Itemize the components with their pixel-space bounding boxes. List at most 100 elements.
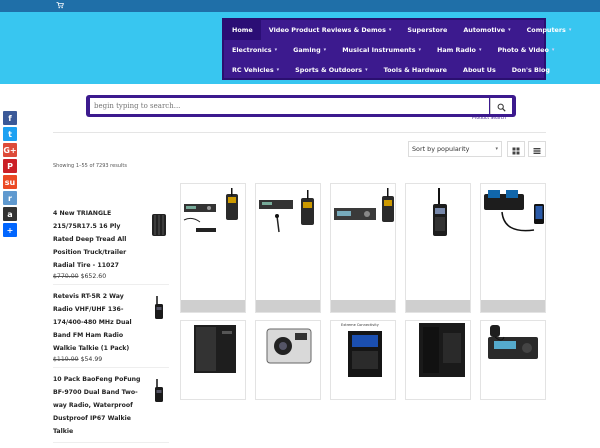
old-price: $770.00: [53, 273, 79, 280]
pc-case-black-image[interactable]: [407, 323, 471, 383]
chevron-down-icon: ▾: [276, 67, 280, 73]
menu-item-ham-radio[interactable]: Ham Radio ▾: [429, 40, 489, 60]
pinterest-icon[interactable]: P: [3, 159, 17, 173]
search-button[interactable]: [490, 98, 512, 114]
menu-item-label: Home: [232, 26, 253, 34]
list-item[interactable]: 10 Pack BaoFeng PoFung BF-9700 Dual Band…: [53, 373, 169, 443]
card-footer-bar: [256, 300, 320, 312]
menu-item-superstore[interactable]: Superstore: [399, 20, 455, 40]
list-item[interactable]: Retevis RT-5R 2 Way Radio VHF/UHF 136-17…: [53, 290, 169, 368]
menu-item-label: Musical Instruments: [342, 46, 416, 54]
chevron-down-icon: ▾: [274, 47, 278, 53]
facebook-icon[interactable]: f: [3, 111, 17, 125]
search-icon: [497, 97, 506, 116]
menu-item-electronics[interactable]: Electronics ▾: [224, 40, 285, 60]
list-icon: [533, 140, 541, 159]
reddit-icon[interactable]: r: [3, 191, 17, 205]
card-footer-bar: [181, 300, 245, 312]
stumbleupon-icon[interactable]: su: [3, 175, 17, 189]
product-card[interactable]: [255, 320, 321, 400]
card-footer-bar: [331, 300, 395, 312]
menu-item-label: Ham Radio: [437, 46, 476, 54]
cart-icon[interactable]: [56, 1, 64, 9]
menu-item-label: Computers: [526, 26, 566, 34]
chevron-down-icon: ▾: [568, 27, 572, 33]
sort-select-value: Sort by popularity: [412, 145, 470, 153]
content-divider: [53, 132, 546, 133]
main-navigation: Home Video Product Reviews & Demos ▾ Supers…: [222, 18, 571, 80]
chevron-down-icon: ▾: [418, 47, 422, 53]
mobile-ham-radio-image[interactable]: [482, 323, 546, 383]
product-card[interactable]: [330, 183, 396, 313]
menu-item-label: About Us: [463, 66, 496, 74]
menu-row-3: RC Vehicles ▾ Sports & Outdoors ▾ Tools & Ha…: [224, 60, 558, 80]
menu-item-label: Automotive: [463, 26, 506, 34]
sale-price: $54.99: [80, 356, 103, 363]
twitter-icon[interactable]: t: [3, 127, 17, 141]
gaming-pc-case-image[interactable]: [332, 323, 396, 383]
menu-item-rc-vehicles[interactable]: RC Vehicles ▾: [224, 60, 287, 80]
chevron-down-icon: ▾: [495, 146, 498, 152]
amazon-icon[interactable]: a: [3, 207, 17, 221]
wireless-receiver-image[interactable]: [332, 186, 396, 246]
old-price: $119.99: [53, 356, 79, 363]
menu-item-tools-hardware[interactable]: Tools & Hardware: [376, 60, 455, 80]
product-card[interactable]: [405, 183, 471, 313]
product-card[interactable]: Extreme Connectivity: [330, 320, 396, 400]
menu-item-label: Don's Blog: [511, 66, 551, 74]
search-input[interactable]: [90, 98, 489, 114]
menu-item-musical-instruments[interactable]: Musical Instruments ▾: [334, 40, 429, 60]
search-box: [86, 95, 516, 117]
handheld-radio-image[interactable]: [407, 186, 471, 246]
list-item[interactable]: 4 New TRIANGLE 215/75R17.5 16 Ply Rated …: [53, 207, 169, 285]
lavalier-mic-system-image[interactable]: [257, 186, 321, 246]
tire-thumbnail[interactable]: [151, 212, 167, 238]
action-camera-image[interactable]: [257, 323, 321, 383]
brand-caption: Extreme Connectivity: [341, 323, 379, 327]
menu-item-label: Electronics: [232, 46, 272, 54]
product-card[interactable]: [480, 183, 546, 313]
product-title[interactable]: 4 New TRIANGLE 215/75R17.5 16 Ply Rated …: [53, 207, 143, 272]
menu-item-sports-outdoors[interactable]: Sports & Outdoors ▾: [287, 60, 375, 80]
product-card[interactable]: [255, 183, 321, 313]
search-caption: Product Search: [472, 116, 506, 121]
menu-item-video-product-reviews-demos[interactable]: Video Product Reviews & Demos ▾: [261, 20, 400, 40]
menu-item-home[interactable]: Home: [224, 20, 261, 40]
grid-view-button[interactable]: [507, 141, 525, 157]
menu-item-about-us[interactable]: About Us: [455, 60, 504, 80]
menu-item-gaming[interactable]: Gaming ▾: [285, 40, 334, 60]
sort-select[interactable]: Sort by popularity ▾: [408, 141, 502, 157]
google-plus-icon[interactable]: G+: [3, 143, 17, 157]
product-card[interactable]: [480, 320, 546, 400]
grid-icon: [512, 140, 520, 159]
product-card[interactable]: [405, 320, 471, 400]
menu-item-don-s-blog[interactable]: Don's Blog: [504, 60, 558, 80]
card-footer-bar: [481, 300, 545, 312]
menu-item-automotive[interactable]: Automotive ▾: [455, 20, 518, 40]
product-card[interactable]: [180, 320, 246, 400]
product-card[interactable]: [180, 183, 246, 313]
menu-item-label: Superstore: [407, 26, 448, 34]
battery-charger-image[interactable]: [482, 186, 546, 246]
pc-tower-image[interactable]: [182, 323, 246, 383]
wireless-mic-system-image[interactable]: [182, 186, 246, 246]
social-share-bar: f t G+ Psu r a +: [3, 111, 17, 239]
radio-thumbnail[interactable]: [151, 295, 167, 321]
featured-products-list: 4 New TRIANGLE 215/75R17.5 16 Ply Rated …: [53, 207, 169, 448]
menu-item-label: Sports & Outdoors: [295, 66, 363, 74]
menu-item-label: Photo & Video: [497, 46, 549, 54]
menu-item-label: Tools & Hardware: [383, 66, 448, 74]
menu-item-photo-video[interactable]: Photo & Video ▾: [489, 40, 562, 60]
chevron-down-icon: ▾: [508, 27, 511, 33]
list-view-button[interactable]: [528, 141, 546, 157]
share-plus-icon[interactable]: +: [3, 223, 17, 237]
product-title[interactable]: Retevis RT-5R 2 Way Radio VHF/UHF 136-17…: [53, 290, 143, 355]
radio-thumbnail[interactable]: [151, 378, 167, 404]
menu-item-label: Video Product Reviews & Demos: [268, 26, 386, 34]
chevron-down-icon: ▾: [478, 47, 482, 53]
product-price: $119.99 $54.99: [53, 356, 169, 363]
results-count: Showing 1–55 of 7293 results: [53, 163, 127, 169]
menu-row-2: Electronics ▾ Gaming ▾ Musical Instruments ▾ H…: [224, 40, 562, 60]
product-title[interactable]: 10 Pack BaoFeng PoFung BF-9700 Dual Band…: [53, 373, 143, 438]
menu-item-computers[interactable]: Computers ▾: [519, 20, 580, 40]
